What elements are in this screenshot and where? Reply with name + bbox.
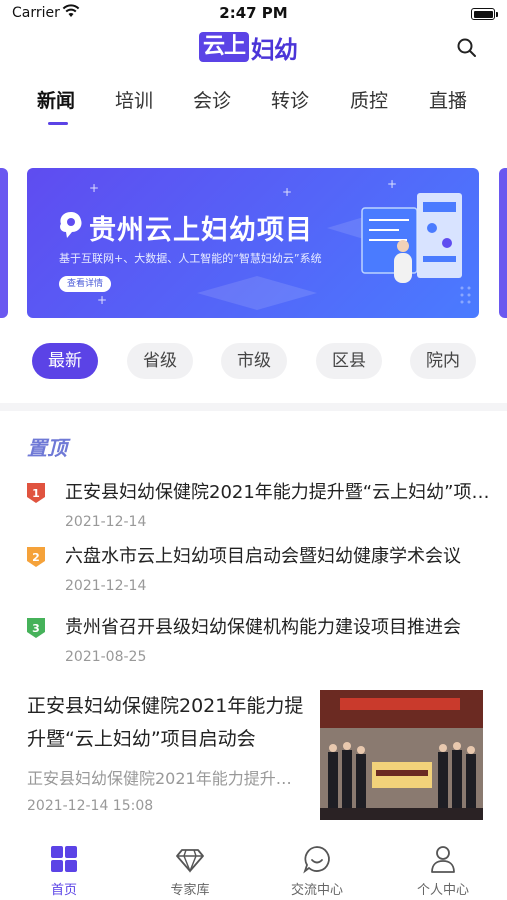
svg-text:+: + xyxy=(282,185,292,199)
article-date: 2021-12-14 15:08 xyxy=(27,798,154,814)
filter-city[interactable]: 市级 xyxy=(221,343,287,379)
tabbar-profile[interactable]: 个人中心 xyxy=(383,844,503,900)
pinned-item-date: 2021-12-14 xyxy=(65,578,147,594)
chat-bubble-icon xyxy=(303,846,330,874)
pinned-item-title: 六盘水市云上妇幼项目启动会暨妇幼健康学术会议 xyxy=(65,546,461,567)
pinned-item-title: 正安县妇幼保健院2021年能力提升暨“云上妇幼”项目启动会 xyxy=(65,482,495,503)
tabbar-communication[interactable]: 交流中心 xyxy=(257,844,377,900)
tab-quality-control[interactable]: 质控 xyxy=(350,86,388,113)
svg-text:2: 2 xyxy=(32,551,40,564)
tab-consultation[interactable]: 会诊 xyxy=(193,86,231,113)
tabbar-home-label: 首页 xyxy=(50,883,77,898)
filter-provincial[interactable]: 省级 xyxy=(127,343,193,379)
project-logo-icon xyxy=(60,212,82,238)
pinned-item-title: 贵州省召开县级妇幼保健机构能力建设项目推进会 xyxy=(65,617,461,638)
banner-peek-right xyxy=(499,168,507,318)
svg-text:+: + xyxy=(387,177,397,191)
tabbar-profile-label: 个人中心 xyxy=(416,883,469,898)
battery-icon xyxy=(471,8,498,20)
tabbar-experts[interactable]: 专家库 xyxy=(130,844,250,900)
article-title: 正安县妇幼保健院2021年能力提升暨“云上妇幼”项目启动会 xyxy=(27,695,304,750)
tab-referral[interactable]: 转诊 xyxy=(271,86,309,113)
search-icon[interactable] xyxy=(455,36,479,60)
news-article-card[interactable]: 正安县妇幼保健院2021年能力提升暨“云上妇幼”项目启动会 正安县妇幼保健院20… xyxy=(0,690,507,820)
banner-slide[interactable]: + + + + 贵州云上妇幼项目 基于互联网+、大数据、人工智能的“智慧妇幼云”… xyxy=(27,168,479,318)
diamond-icon xyxy=(176,849,204,873)
clock: 2:47 PM xyxy=(219,4,288,22)
tabbar-home[interactable]: 首页 xyxy=(4,844,124,900)
svg-text:+: + xyxy=(89,181,99,195)
tabbar-communication-label: 交流中心 xyxy=(290,883,343,898)
rank-2-badge-icon: 2 xyxy=(27,547,45,567)
person-icon xyxy=(431,846,455,873)
pinned-item[interactable]: 1 正安县妇幼保健院2021年能力提升暨“云上妇幼”项目启动会 2021-12-… xyxy=(0,476,507,540)
article-summary: 正安县妇幼保健院2021年能力提升暨“云上妇幼”项目启动会 xyxy=(27,769,302,788)
svg-text:3: 3 xyxy=(32,622,40,635)
banner-subtitle: 基于互联网+、大数据、人工智能的“智慧妇幼云”系统 xyxy=(59,252,322,265)
banner-carousel[interactable]: + + + + 贵州云上妇幼项目 基于互联网+、大数据、人工智能的“智慧妇幼云”… xyxy=(0,168,507,318)
pinned-item[interactable]: 3 贵州省召开县级妇幼保健机构能力建设项目推进会 2021-08-25 xyxy=(0,611,507,675)
pinned-item[interactable]: 2 六盘水市云上妇幼项目启动会暨妇幼健康学术会议 2021-12-14 xyxy=(0,540,507,604)
tab-indicator xyxy=(48,122,68,125)
logo-text: 妇幼 xyxy=(251,35,298,64)
svg-text:1: 1 xyxy=(32,487,40,500)
banner-title: 贵州云上妇幼项目 xyxy=(89,215,313,246)
rank-3-badge-icon: 3 xyxy=(27,618,45,638)
tab-news[interactable]: 新闻 xyxy=(37,86,75,113)
pinned-item-date: 2021-08-25 xyxy=(65,649,147,665)
filter-county[interactable]: 区县 xyxy=(316,343,382,379)
banner-details-button[interactable]: 查看详情 xyxy=(59,276,112,292)
rank-1-badge-icon: 1 xyxy=(27,483,45,503)
app-logo: 云上 妇幼 xyxy=(199,30,298,64)
banner-peek-left xyxy=(0,168,8,318)
pinned-section-title: 置顶 xyxy=(27,436,67,460)
filter-latest[interactable]: 最新 xyxy=(32,343,98,379)
filter-in-hospital[interactable]: 院内 xyxy=(410,343,476,379)
status-bar: Carrier 2:47 PM xyxy=(0,0,507,28)
bottom-tab-bar: 首页 专家库 交流中心 个人中心 xyxy=(0,836,507,900)
svg-text:+: + xyxy=(97,293,107,307)
app-header: 云上 妇幼 xyxy=(0,28,507,72)
category-tabs: 新闻 培训 会诊 转诊 质控 直播 xyxy=(0,86,507,126)
home-grid-icon xyxy=(51,846,77,872)
section-divider xyxy=(0,403,507,411)
tabbar-experts-label: 专家库 xyxy=(170,883,210,898)
filter-chips: 最新 省级 市级 区县 院内 xyxy=(0,343,507,383)
tab-live[interactable]: 直播 xyxy=(429,86,467,113)
logo-box: 云上 xyxy=(199,32,250,62)
article-thumbnail xyxy=(320,690,483,820)
tab-training[interactable]: 培训 xyxy=(115,86,153,113)
pinned-item-date: 2021-12-14 xyxy=(65,514,147,530)
